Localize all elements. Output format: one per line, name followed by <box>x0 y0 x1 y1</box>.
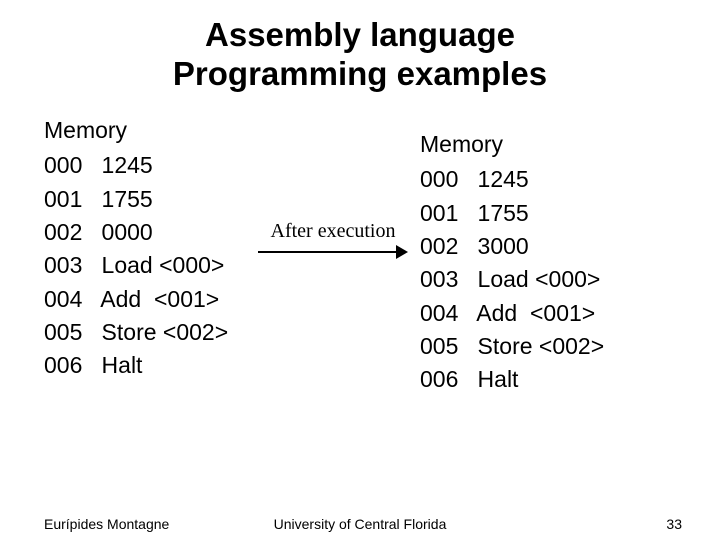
table-row: 000 1245 <box>420 163 604 196</box>
footer-org: University of Central Florida <box>0 516 720 532</box>
table-row: 003 Load <000> <box>420 263 604 296</box>
table-row: 006 Halt <box>420 363 604 396</box>
after-execution-label: After execution <box>258 220 408 243</box>
memory-after: Memory 000 1245 001 1755 002 3000 003 Lo… <box>420 128 604 397</box>
table-row: 005 Store <002> <box>420 330 604 363</box>
memory-before-header: Memory <box>44 114 228 147</box>
table-row: 001 1755 <box>44 183 228 216</box>
table-row: 006 Halt <box>44 349 228 382</box>
memory-before: Memory 000 1245 001 1755 002 0000 003 Lo… <box>44 114 228 383</box>
slide-title: Assembly language Programming examples <box>0 0 720 94</box>
table-row: 004 Add <001> <box>420 297 604 330</box>
table-row: 004 Add <001> <box>44 283 228 316</box>
memory-after-header: Memory <box>420 128 604 161</box>
table-row: 005 Store <002> <box>44 316 228 349</box>
arrow-right-icon <box>258 245 408 259</box>
title-line-2: Programming examples <box>0 55 720 94</box>
table-row: 002 0000 <box>44 216 228 249</box>
table-row: 003 Load <000> <box>44 249 228 282</box>
title-line-1: Assembly language <box>0 16 720 55</box>
footer-page-number: 33 <box>666 516 682 532</box>
table-row: 000 1245 <box>44 149 228 182</box>
table-row: 002 3000 <box>420 230 604 263</box>
table-row: 001 1755 <box>420 197 604 230</box>
after-execution-annotation: After execution <box>258 220 408 259</box>
